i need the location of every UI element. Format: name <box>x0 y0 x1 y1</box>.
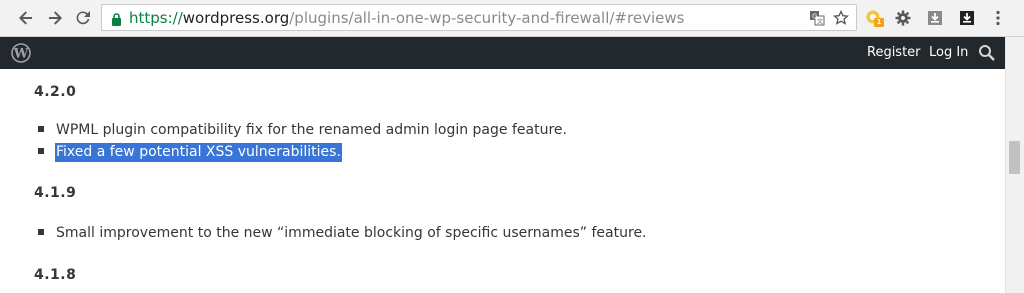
url-text[interactable]: https://wordpress.org/plugins/all-in-one… <box>129 9 684 27</box>
star-icon[interactable] <box>833 10 849 26</box>
list-item: Fixed a few potential XSS vulnerabilitie… <box>38 143 342 162</box>
version-heading: 4.2.0 <box>34 84 77 100</box>
wordpress-top-bar: W Register Log In <box>0 37 1005 69</box>
forward-icon[interactable] <box>43 6 67 30</box>
list-item-text: Small improvement to the new “immediate … <box>56 225 647 241</box>
address-bar[interactable]: https://wordpress.org/plugins/all-in-one… <box>101 4 857 31</box>
extension-icon[interactable]: 1 <box>863 7 885 29</box>
settings-gear-icon[interactable] <box>892 7 914 29</box>
login-link[interactable]: Log In <box>929 45 968 60</box>
selected-text[interactable]: Fixed a few potential XSS vulnerabilitie… <box>55 143 342 162</box>
version-heading: 4.1.9 <box>34 185 77 201</box>
list-item: Small improvement to the new “immediate … <box>38 225 647 241</box>
translate-icon[interactable]: G文 <box>809 10 825 26</box>
list-item-text: WPML plugin compatibility fix for the re… <box>56 122 567 138</box>
url-scheme: https:// <box>129 9 183 27</box>
extension-badge: 1 <box>874 18 884 27</box>
scrollbar-thumb[interactable] <box>1009 141 1020 174</box>
changelog-content: 4.2.0 WPML plugin compatibility fix for … <box>0 69 1005 293</box>
svg-text:文: 文 <box>817 18 823 26</box>
download-icon[interactable] <box>924 7 946 29</box>
version-heading: 4.1.8 <box>34 267 77 283</box>
reload-icon[interactable] <box>71 6 95 30</box>
back-icon[interactable] <box>14 6 38 30</box>
url-path: /plugins/all-in-one-wp-security-and-fire… <box>289 9 685 27</box>
search-icon[interactable] <box>978 44 996 66</box>
url-host: wordpress.org <box>182 9 290 27</box>
page-scrollbar[interactable] <box>1005 37 1024 293</box>
svg-text:W: W <box>13 47 29 62</box>
browser-toolbar: https://wordpress.org/plugins/all-in-one… <box>0 0 1024 37</box>
wordpress-logo-icon[interactable]: W <box>11 43 31 63</box>
register-link[interactable]: Register <box>867 45 921 60</box>
menu-icon[interactable] <box>987 7 1009 29</box>
bullet <box>38 148 44 154</box>
download-dark-icon[interactable] <box>956 7 978 29</box>
bullet <box>38 126 44 132</box>
list-item: WPML plugin compatibility fix for the re… <box>38 122 567 138</box>
lock-icon <box>111 11 122 30</box>
bullet <box>38 229 44 235</box>
